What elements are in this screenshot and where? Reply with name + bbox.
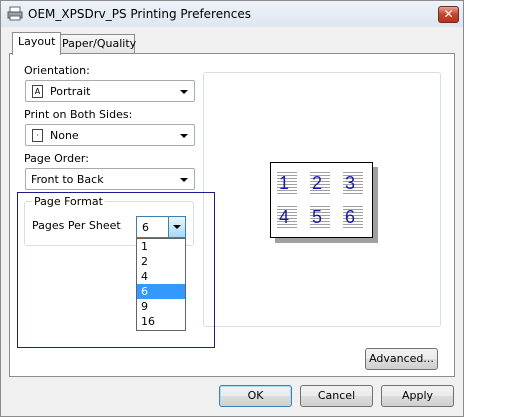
page-format-group-title: Page Format [32, 195, 105, 208]
preview-page-number: 5 [312, 207, 323, 227]
pages-per-sheet-list[interactable]: 1 2 4 6 9 16 [136, 238, 186, 331]
single-sided-page-icon: · [32, 129, 43, 142]
preview-page-number: 4 [279, 207, 290, 227]
apply-button[interactable]: Apply [381, 385, 454, 407]
chevron-down-icon [180, 90, 188, 94]
duplex-value: None [50, 129, 79, 142]
list-option-9[interactable]: 9 [137, 299, 185, 314]
chevron-down-icon [173, 225, 181, 229]
preview-page-number: 1 [279, 173, 290, 193]
dropdown-button[interactable] [168, 217, 185, 237]
pages-per-sheet-value: 6 [142, 221, 149, 234]
duplex-label: Print on Both Sides: [24, 108, 133, 121]
preview-page-number: 3 [345, 173, 356, 193]
close-button[interactable]: ✕ [438, 6, 459, 23]
list-option-6[interactable]: 6 [137, 284, 185, 299]
orientation-dropdown[interactable]: A Portrait [25, 80, 195, 102]
preview-page: 3 [341, 169, 365, 197]
page-order-dropdown[interactable]: Front to Back [25, 168, 195, 190]
preview-page: 6 [341, 203, 365, 231]
list-option-4[interactable]: 4 [137, 269, 185, 284]
list-option-16[interactable]: 16 [137, 314, 185, 329]
preview-sheet: 1 2 3 4 5 6 [270, 162, 373, 238]
pages-per-sheet-dropdown[interactable]: 6 [136, 216, 186, 238]
page-order-value: Front to Back [31, 173, 104, 186]
list-option-1[interactable]: 1 [137, 239, 185, 254]
advanced-button[interactable]: Advanced... [365, 348, 438, 370]
preview-page-number: 6 [345, 207, 356, 227]
printer-icon [7, 6, 23, 21]
pages-per-sheet-label: Pages Per Sheet [32, 219, 121, 232]
chevron-down-icon [180, 178, 188, 182]
tab-paper-quality[interactable]: Paper/Quality [56, 34, 136, 54]
orientation-label: Orientation: [24, 64, 90, 77]
close-icon: ✕ [443, 7, 454, 21]
preview-page: 2 [308, 169, 332, 197]
title-bar[interactable]: OEM_XPSDrv_PS Printing Preferences ✕ [1, 1, 463, 27]
preview-page: 5 [308, 203, 332, 231]
ok-button[interactable]: OK [219, 385, 292, 407]
preview-page: 4 [275, 203, 299, 231]
tab-layout[interactable]: Layout [12, 32, 62, 55]
cancel-button[interactable]: Cancel [300, 385, 373, 407]
list-option-2[interactable]: 2 [137, 254, 185, 269]
preview-page: 1 [275, 169, 299, 197]
duplex-dropdown[interactable]: · None [25, 124, 195, 146]
page-order-label: Page Order: [24, 152, 89, 165]
orientation-value: Portrait [50, 85, 91, 98]
window-title: OEM_XPSDrv_PS Printing Preferences [28, 7, 251, 21]
portrait-page-icon: A [32, 85, 43, 98]
preview-page-number: 2 [312, 173, 323, 193]
chevron-down-icon [180, 134, 188, 138]
